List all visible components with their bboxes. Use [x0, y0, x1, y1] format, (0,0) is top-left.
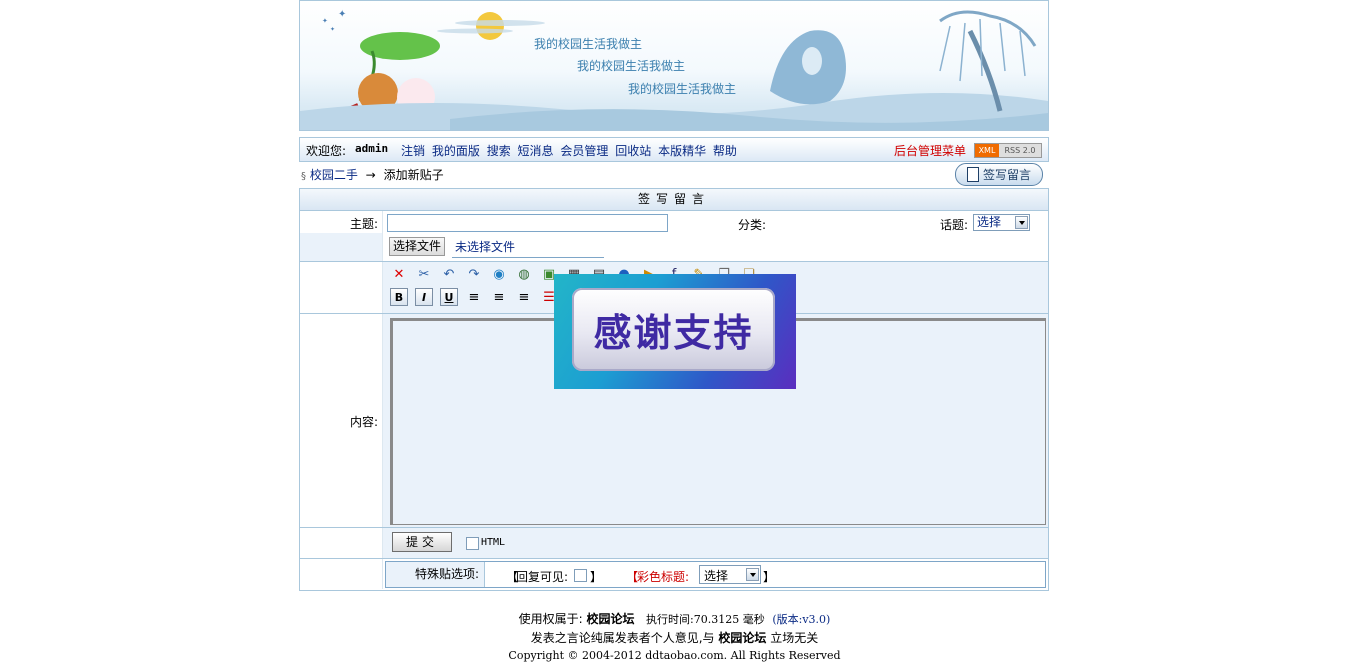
banner-motto-1: 我的校园生活我做主: [534, 37, 643, 51]
username[interactable]: admin: [355, 142, 388, 155]
nav-members-link[interactable]: 会员管理: [560, 144, 608, 158]
footer-line-2: 发表之言论纯属发表者个人意见,与 校园论坛 立场无关: [0, 629, 1349, 647]
footer-version[interactable]: (版本:v3.0): [772, 613, 830, 626]
section-marker: §: [301, 171, 306, 182]
delete-icon[interactable]: ✕: [388, 263, 410, 285]
svg-text:✦: ✦: [338, 9, 346, 20]
nav-help-link[interactable]: 帮助: [713, 144, 737, 158]
breadcrumb-current: 添加新贴子: [383, 168, 444, 182]
align-left-icon[interactable]: ≡: [463, 286, 485, 308]
submit-button[interactable]: 提交: [392, 532, 452, 552]
thanks-popup[interactable]: 感谢支持: [554, 274, 796, 389]
topic-select-value: 选择: [977, 215, 1002, 229]
special-options-label: 特殊贴选项:: [386, 562, 485, 587]
bracket-close-1: 】: [590, 570, 603, 584]
header-banner: ✦ ✦ ✦ 我的校园生活我做主 我的校园生活我做主 我的校园生活我做主: [299, 0, 1049, 131]
svg-text:✦: ✦: [322, 17, 328, 25]
user-navbar: 欢迎您: admin 注销 我的面版 搜索 短消息 会员管理 回收站 本版精华 …: [299, 137, 1049, 162]
write-post-label: 签写留言: [982, 168, 1031, 182]
html-checkbox-label: HTML: [481, 537, 506, 548]
nav-logout-link[interactable]: 注销: [401, 144, 425, 158]
special-options-box: 特殊贴选项: 【 回复可见: 】 【 彩色标题: 选择 】: [385, 561, 1046, 588]
welcome-label: 欢迎您:: [306, 144, 347, 158]
align-center-icon[interactable]: ≡: [488, 286, 510, 308]
subject-input[interactable]: [387, 214, 668, 232]
banner-motto-2: 我的校园生活我做主: [577, 59, 686, 73]
admin-menu-link[interactable]: 后台管理菜单: [894, 142, 966, 159]
editor-toolbar-bottom: B I U ≡ ≡ ≡ ☰: [388, 286, 560, 308]
footer-disclaimer-suffix: 立场无关: [770, 631, 819, 645]
underline-icon[interactable]: U: [440, 288, 458, 306]
special-options-row: 特殊贴选项: 【 回复可见: 】 【 彩色标题: 选择 】: [300, 559, 1048, 589]
rss-feed-badge[interactable]: XML RSS 2.0: [974, 143, 1042, 158]
form-title: 签写留言: [300, 189, 1048, 211]
svg-text:✦: ✦: [330, 26, 335, 33]
undo-icon[interactable]: ↶: [438, 263, 460, 285]
bold-icon[interactable]: B: [390, 288, 408, 306]
reply-visible-checkbox[interactable]: [574, 569, 587, 582]
footer-disclaimer-prefix: 发表之言论纯属发表者个人意见,与: [530, 631, 715, 645]
bracket-close-2: 】: [763, 570, 776, 584]
choose-file-button[interactable]: 选择文件: [389, 237, 446, 256]
nav-messages-link[interactable]: 短消息: [518, 144, 554, 158]
footer-line-1: 使用权属于: 校园论坛 执行时间:70.3125 毫秒 (版本:v3.0): [0, 610, 1349, 629]
color-title-select[interactable]: 选择: [699, 565, 761, 584]
nav-my-panel-link[interactable]: 我的面版: [432, 144, 480, 158]
rss-badge-label: RSS 2.0: [999, 144, 1041, 157]
content-label: 内容:: [349, 415, 378, 429]
document-icon: [966, 167, 979, 182]
nav-search-link[interactable]: 搜索: [487, 144, 511, 158]
align-right-icon[interactable]: ≡: [513, 286, 535, 308]
cut-icon[interactable]: ✂: [413, 263, 435, 285]
redo-icon[interactable]: ↷: [463, 263, 485, 285]
italic-icon[interactable]: I: [415, 288, 433, 306]
footer-disclaimer-owner: 校园论坛: [718, 631, 767, 645]
html-checkbox[interactable]: [466, 537, 479, 550]
thanks-popup-text: 感谢支持: [572, 288, 775, 371]
breadcrumb: § 校园二手 → 添加新贴子: [301, 166, 444, 183]
special-label-cell: [300, 559, 383, 589]
topic-label: 话题:: [940, 218, 969, 232]
footer-owner: 校园论坛: [586, 612, 635, 626]
footer-copyright: Copyright © 2004-2012 ddtaobao.com. All …: [508, 649, 841, 662]
subject-row: 主题: 分类: 话题: 选择 选择文件 未选择文件: [300, 211, 1048, 262]
subject-label: 主题:: [349, 217, 378, 231]
nav-links: 注销 我的面版 搜索 短消息 会员管理 回收站 本版精华 帮助: [401, 142, 740, 159]
content-label-cell: 内容:: [300, 314, 383, 527]
color-title-value: 选择: [704, 569, 729, 583]
globe-link-icon[interactable]: ◉: [488, 263, 510, 285]
chevron-down-icon: [1015, 216, 1028, 229]
banner-motto-3: 我的校园生活我做主: [628, 82, 737, 96]
submit-row: 提交 HTML: [300, 528, 1048, 559]
xml-badge-label: XML: [975, 144, 999, 157]
color-title-label: 彩色标题:: [637, 570, 690, 584]
footer: 使用权属于: 校园论坛 执行时间:70.3125 毫秒 (版本:v3.0) 发表…: [0, 610, 1349, 665]
write-post-button[interactable]: 签写留言: [955, 163, 1043, 186]
attachment-label-cell: [300, 233, 382, 261]
submit-label-cell: [300, 528, 383, 558]
nav-recycle-link[interactable]: 回收站: [615, 144, 651, 158]
breadcrumb-board-link[interactable]: 校园二手: [310, 168, 358, 182]
post-form: 签写留言 主题: 分类: 话题: 选择 选择文件 未选择文件 ✕ ✂ ↶ ↷ ◉…: [299, 188, 1049, 591]
file-underline: [452, 257, 604, 258]
file-status: 未选择文件: [455, 240, 516, 254]
toolbar-label-cell: [300, 262, 383, 313]
reply-visible-label: 回复可见:: [516, 570, 569, 584]
image-icon[interactable]: ◍: [513, 263, 535, 285]
footer-exec-time: 执行时间:70.3125 毫秒: [646, 613, 765, 626]
footer-owner-prefix: 使用权属于:: [518, 612, 583, 626]
chevron-down-icon: [746, 568, 759, 581]
nav-featured-link[interactable]: 本版精华: [658, 144, 706, 158]
breadcrumb-arrow: →: [365, 168, 376, 182]
category-label: 分类:: [738, 218, 767, 232]
topic-select[interactable]: 选择: [973, 214, 1030, 231]
